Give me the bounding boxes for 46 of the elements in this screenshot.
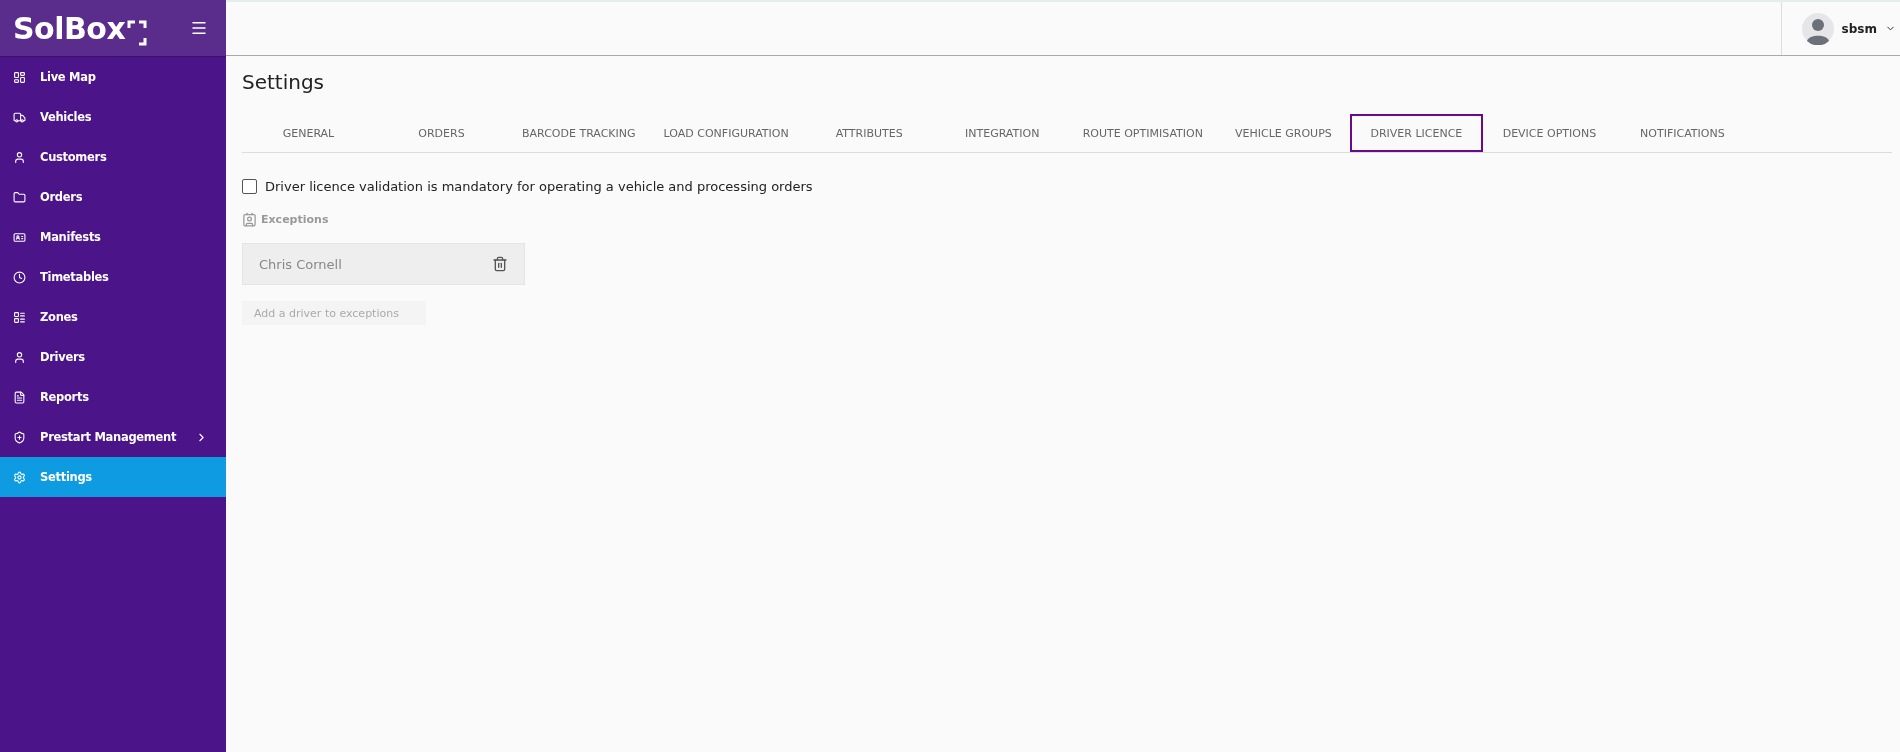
- sidebar-item[interactable]: Live Map: [0, 57, 226, 97]
- sidebar-item[interactable]: Customers: [0, 137, 226, 177]
- sidebar-item[interactable]: Reports: [0, 377, 226, 417]
- tab[interactable]: DRIVER LICENCE: [1349, 114, 1483, 152]
- tab[interactable]: DEVICE OPTIONS: [1482, 114, 1616, 152]
- person-icon: [13, 150, 26, 164]
- tab[interactable]: VEHICLE GROUPS: [1216, 114, 1350, 152]
- sidebar-item[interactable]: Timetables: [0, 257, 226, 297]
- tab[interactable]: ATTRIBUTES: [802, 114, 936, 152]
- document-icon: [13, 390, 26, 404]
- menu-icon[interactable]: [190, 19, 208, 37]
- sidebar-item[interactable]: Orders: [0, 177, 226, 217]
- tab[interactable]: NOTIFICATIONS: [1615, 114, 1749, 152]
- tab[interactable]: INTEGRATION: [935, 114, 1069, 152]
- layout-icon: [13, 310, 26, 324]
- sidebar-item[interactable]: Vehicles: [0, 97, 226, 137]
- contact-card-icon: [242, 212, 257, 227]
- section-heading: Exceptions: [261, 213, 329, 226]
- tab[interactable]: BARCODE TRACKING: [508, 114, 650, 152]
- checkbox[interactable]: [242, 179, 257, 194]
- sidebar-item[interactable]: Prestart Management: [0, 417, 226, 457]
- delete-icon[interactable]: [492, 256, 508, 272]
- folder-icon: [13, 190, 26, 204]
- tab[interactable]: ORDERS: [375, 114, 508, 152]
- tab[interactable]: LOAD CONFIGURATION: [649, 114, 803, 152]
- user-menu[interactable]: sbsm: [1780, 2, 1900, 55]
- avatar-icon: [1801, 12, 1834, 45]
- dashboard-icon: [13, 70, 26, 84]
- sidebar-item[interactable]: Manifests: [0, 217, 226, 257]
- tab[interactable]: ROUTE OPTIMISATION: [1068, 114, 1217, 152]
- sidebar-item[interactable]: Settings: [0, 457, 226, 497]
- gear-icon: [13, 470, 26, 484]
- input-field[interactable]: Add a driver to exceptions: [242, 301, 426, 325]
- card-icon: [13, 230, 26, 244]
- checkbox-label: Driver licence validation is mandatory for operating a vehicle and processing orders: [265, 179, 813, 194]
- logo-text: SolBox: [13, 10, 126, 46]
- shield-icon: [13, 430, 26, 444]
- tab[interactable]: GENERAL: [242, 114, 375, 152]
- truck-icon: [13, 110, 26, 124]
- page-title: Settings: [242, 70, 326, 94]
- person-icon: [13, 350, 26, 364]
- sidebar-item[interactable]: Zones: [0, 297, 226, 337]
- driver-name: Chris Cornell: [259, 256, 342, 272]
- sidebar-item[interactable]: Drivers: [0, 337, 226, 377]
- logo-brackets-icon: [127, 19, 148, 46]
- clock-icon: [13, 270, 26, 284]
